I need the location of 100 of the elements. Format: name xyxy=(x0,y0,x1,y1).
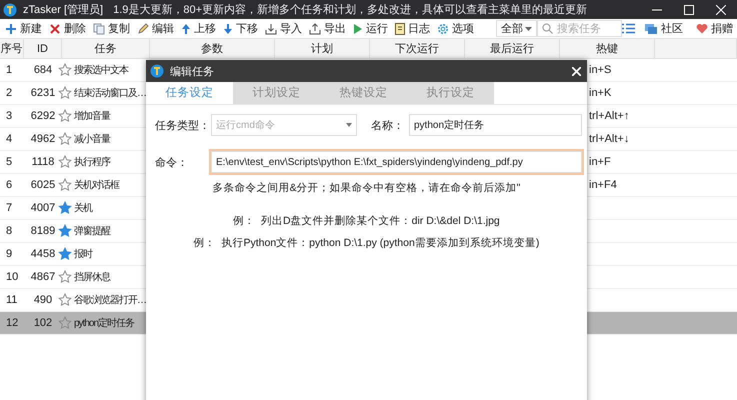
table-cell-text: 11 xyxy=(5,294,18,306)
toolbar-button[interactable]: 日志 xyxy=(392,21,433,36)
toolbar-button[interactable]: 上移 xyxy=(178,21,219,36)
star-icon[interactable] xyxy=(58,316,72,330)
table-cell-text: 102 xyxy=(32,317,54,329)
maximize-icon[interactable] xyxy=(684,4,694,14)
up-arrow-icon xyxy=(181,22,191,34)
list-view-icon[interactable] xyxy=(622,23,635,34)
table-cell-text: 6025 xyxy=(30,179,56,191)
table-cell-text: 增加音量 xyxy=(74,110,110,123)
close-icon xyxy=(49,22,61,34)
column-header[interactable]: ID xyxy=(24,39,62,58)
plus-icon xyxy=(5,22,17,34)
pencil-icon xyxy=(137,22,149,34)
toolbar-button[interactable]: 导出 xyxy=(306,21,349,36)
filter-dropdown[interactable]: 全部 xyxy=(496,20,538,37)
toolbar-button[interactable]: 新建 xyxy=(2,21,45,36)
table-cell-text: 8189 xyxy=(30,225,56,237)
table-cell-text: 6231 xyxy=(30,87,56,99)
table-cell: in+F xyxy=(589,156,611,168)
export-icon xyxy=(309,22,321,34)
heart-icon xyxy=(696,23,708,34)
table-cell-text: 4962 xyxy=(30,133,56,145)
table-cell-text: 490 xyxy=(32,294,54,306)
star-icon[interactable] xyxy=(58,132,72,146)
table-cell: trl+Alt+↓ xyxy=(589,133,630,145)
table-cell-text: 结束活动窗口及… xyxy=(74,86,146,100)
column-header[interactable]: 下次运行 xyxy=(370,39,465,58)
copy-icon xyxy=(93,22,105,34)
toolbar-button[interactable]: 运行 xyxy=(350,21,391,36)
dialog-title: 编辑任务 xyxy=(170,64,214,78)
column-header[interactable]: 任务 xyxy=(62,39,150,58)
table-cell-text: 谷歌浏览器打开… xyxy=(74,294,146,307)
toolbar-button[interactable]: 下移 xyxy=(220,21,261,36)
import-icon xyxy=(265,22,277,34)
close-icon[interactable] xyxy=(572,66,581,76)
command-field[interactable]: E:\env\test_env\Scripts\python E:\fxt_spiders\yindeng\yindeng_pdf.py xyxy=(211,151,582,173)
hint-text: 例： 列出D盘文件并删除某个文件：dir D:\&del D:\1.jpg xyxy=(233,214,500,228)
table-cell-text: 关机 xyxy=(74,202,92,215)
table-cell-text: 10 xyxy=(5,271,20,283)
field-label: 命令： xyxy=(155,156,189,170)
table-cell-text: 2 xyxy=(5,87,14,99)
table-cell-text: 4007 xyxy=(30,202,56,214)
table-cell-text: 684 xyxy=(32,64,54,76)
column-header[interactable]: 序号 xyxy=(0,39,24,58)
toolbar-button[interactable]: 删除 xyxy=(46,21,89,36)
field-label: 名称： xyxy=(371,118,405,132)
column-header[interactable]: 最后运行 xyxy=(465,39,560,58)
table-cell-text: 12 xyxy=(5,317,20,329)
table-cell-text: 6292 xyxy=(30,110,56,122)
table-cell-text: 5 xyxy=(5,156,14,168)
table-cell-text: 报时 xyxy=(74,248,92,261)
star-icon[interactable] xyxy=(58,109,72,123)
star-icon[interactable] xyxy=(58,224,72,238)
toolbar-button[interactable]: 选项 xyxy=(434,21,477,36)
column-header[interactable]: 参数 xyxy=(150,39,275,58)
toolbar-button[interactable]: 复制 xyxy=(90,21,133,36)
toolbar-link[interactable]: 社区 xyxy=(641,21,686,36)
table-cell: in+S xyxy=(589,64,612,76)
star-icon[interactable] xyxy=(58,201,72,215)
table-cell-text: 3 xyxy=(5,110,14,122)
star-icon[interactable] xyxy=(58,63,72,77)
app-logo-icon xyxy=(150,64,164,78)
table-cell-text: 1 xyxy=(5,64,14,76)
table-cell-text: 搜索选中文本 xyxy=(74,64,128,77)
hint-text: 例： 执行Python文件：python D:\1.py (python需要添加到系统环境变量) xyxy=(194,236,540,250)
star-icon[interactable] xyxy=(58,155,72,169)
table-cell-text: 4458 xyxy=(30,248,56,260)
app-title: zTasker [管理员] xyxy=(23,3,104,17)
table-cell-text: 关机对话框 xyxy=(74,178,119,192)
toolbar-link[interactable]: 捐赠 xyxy=(693,21,736,36)
field-label: 任务类型： xyxy=(155,118,211,132)
column-header[interactable]: 热键 xyxy=(560,39,655,58)
table-cell-text: 7 xyxy=(5,202,14,214)
table-cell-text: 减小音量 xyxy=(74,132,110,146)
star-icon[interactable] xyxy=(58,178,72,192)
table-cell-text: 4867 xyxy=(30,271,56,283)
star-icon[interactable] xyxy=(58,247,72,261)
name-field[interactable]: python定时任务 xyxy=(409,114,582,136)
play-icon xyxy=(353,22,363,34)
star-icon[interactable] xyxy=(58,293,72,307)
search-icon xyxy=(542,23,554,34)
star-icon[interactable] xyxy=(58,270,72,284)
star-icon[interactable] xyxy=(58,86,72,100)
column-header[interactable]: 计划 xyxy=(275,39,370,58)
table-cell: in+K xyxy=(589,87,612,99)
table-cell-text: 弹窗提醒 xyxy=(74,224,110,238)
table-cell-text: python定时任务 xyxy=(74,316,134,330)
toolbar-button[interactable]: 导入 xyxy=(262,21,305,36)
dropdown-caret-icon xyxy=(346,123,352,127)
table-cell-text: 6 xyxy=(5,179,14,191)
table-cell-text: 9 xyxy=(5,248,14,260)
table-cell-text: 8 xyxy=(5,225,14,237)
dropdown-caret-icon xyxy=(525,26,532,30)
down-arrow-icon xyxy=(223,22,233,34)
close-icon[interactable] xyxy=(716,4,726,14)
settings-icon xyxy=(437,22,449,34)
update-notice: 1.9是大更新，80+更新内容，新增多个任务和计划，多处改进，具体可以查看主菜单里的最近更新 xyxy=(113,2,588,17)
notebook-icon xyxy=(395,22,405,34)
toolbar-button[interactable]: 编辑 xyxy=(134,21,177,36)
